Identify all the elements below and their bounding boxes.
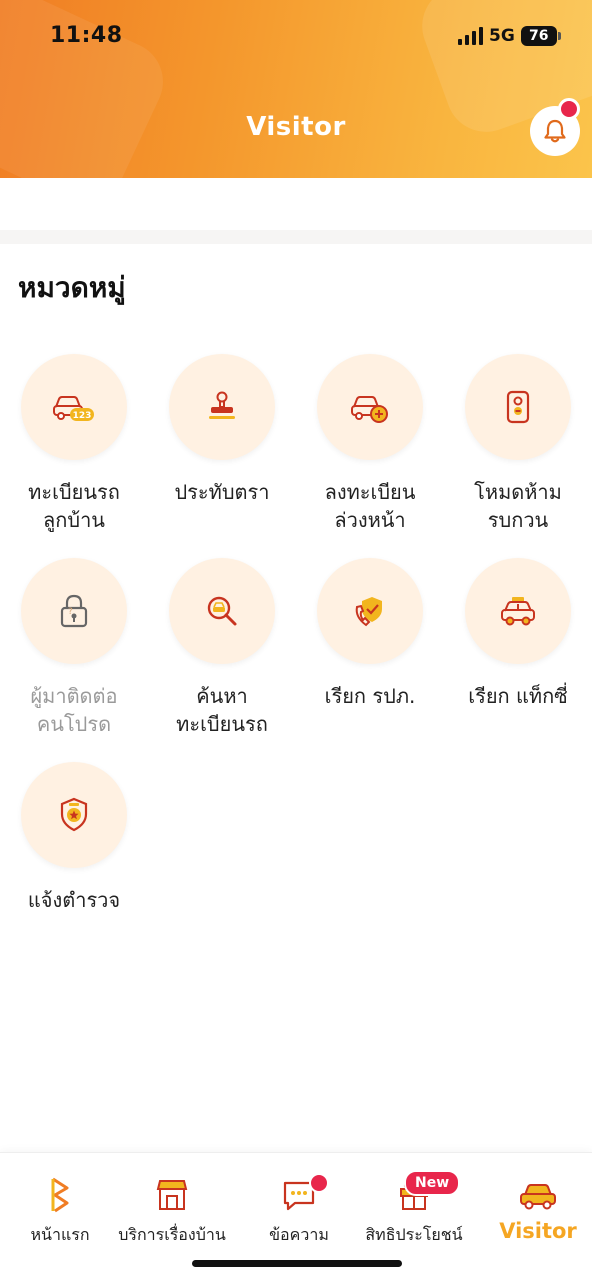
car-icon [478,1175,592,1215]
message-badge [309,1173,329,1193]
lock-icon: ? [60,594,88,628]
category-label: ลงทะเบียน ล่วงหน้า [324,480,416,532]
banner-area [0,178,592,230]
car-add-icon [351,396,388,423]
nav-visitor[interactable]: Visitor [478,1175,592,1243]
category-search-plate[interactable]: ค้นหา ทะเบียนรถ [148,558,296,738]
car-123-icon: 123 [53,396,94,421]
category-stamp[interactable]: ประทับตรา [148,354,296,506]
category-icon-circle [317,354,423,460]
category-do-not-disturb[interactable]: โหมดห้าม รบกวน [444,354,592,534]
new-badge: New [404,1170,461,1196]
home-indicator [192,1260,402,1267]
taxi-icon [501,597,535,626]
section-title: หมวดหมู่ [18,271,126,304]
category-resident-vehicle[interactable]: 123 ทะเบียนรถ ลูกบ้าน [0,354,148,534]
house-service-icon [112,1175,232,1215]
do-not-disturb-icon [506,390,530,424]
battery-icon: 76 [520,26,557,46]
battery-tip [557,32,561,40]
network-type: 5G [489,26,515,46]
home-logo-icon [0,1175,120,1215]
status-time: 11:48 [50,23,123,48]
category-icon-circle: 123 [21,354,127,460]
search-car-icon [207,596,237,626]
category-report-police[interactable]: แจ้งตำรวจ [0,762,148,914]
page-title: Visitor [246,112,346,142]
category-icon-circle: ? [21,558,127,664]
nav-messages[interactable]: ข้อความ [239,1173,359,1248]
category-favorite-visitors[interactable]: ? ผู้มาติดต่อ คนโปรด [0,558,148,738]
category-icon-circle [169,558,275,664]
category-label: ผู้มาติดต่อ คนโปรด [30,684,118,736]
status-indicators: 5G 76 [458,26,561,46]
signal-icon [458,27,483,45]
category-icon-circle [465,354,571,460]
message-icon [239,1173,359,1215]
bell-icon [544,119,566,143]
svg-text:123: 123 [73,411,92,421]
notification-badge [558,98,580,120]
nav-house-services[interactable]: บริการเรื่องบ้าน [112,1175,232,1248]
category-call-security[interactable]: เรียก รปภ. [296,558,444,710]
category-label: เรียก แท็กซี่ [468,684,568,708]
category-icon-circle [169,354,275,460]
category-call-taxi[interactable]: เรียก แท็กซี่ [444,558,592,710]
category-icon-circle [317,558,423,664]
category-icon-circle [21,762,127,868]
category-pre-register[interactable]: ลงทะเบียน ล่วงหน้า [296,354,444,534]
category-label: แจ้งตำรวจ [27,888,121,912]
section-divider [0,230,592,244]
category-label: ประทับตรา [174,480,270,504]
category-label: ทะเบียนรถ ลูกบ้าน [28,480,120,532]
stamp-icon [209,391,235,419]
category-icon-circle [465,558,571,664]
police-badge-icon [60,797,88,832]
svg-text:?: ? [68,607,73,617]
category-label: เรียก รปภ. [324,684,416,708]
category-label: โหมดห้าม รบกวน [474,480,562,532]
category-label: ค้นหา ทะเบียนรถ [176,684,268,736]
nav-home[interactable]: หน้าแรก [0,1175,120,1248]
security-call-icon [355,597,382,627]
